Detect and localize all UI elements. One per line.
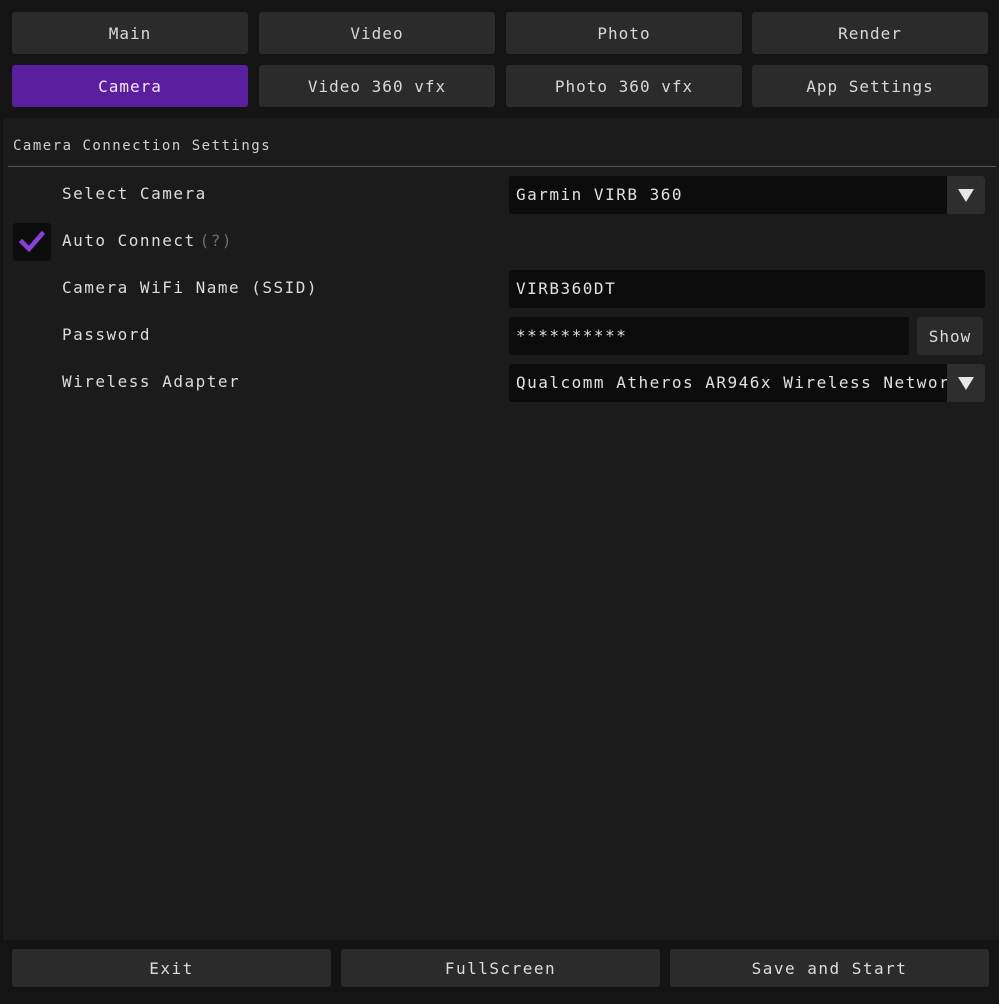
select-camera-label: Select Camera bbox=[62, 184, 207, 203]
auto-connect-checkbox[interactable] bbox=[13, 223, 51, 261]
password-label: Password bbox=[62, 325, 152, 344]
settings-panel: Camera Connection Settings Select Camera… bbox=[2, 118, 999, 940]
password-input[interactable]: ********** bbox=[509, 317, 909, 355]
checkmark-icon bbox=[18, 230, 46, 253]
tab-main[interactable]: Main bbox=[12, 12, 248, 54]
app-window: Main Video Photo Render Camera Video 360… bbox=[0, 0, 999, 1004]
tab-app-settings[interactable]: App Settings bbox=[752, 65, 988, 107]
wifi-name-input[interactable]: VIRB360DT bbox=[509, 270, 985, 308]
show-password-button[interactable]: Show bbox=[917, 317, 983, 355]
wireless-adapter-value: Qualcomm Atheros AR946x Wireless Network… bbox=[516, 373, 985, 392]
fullscreen-button[interactable]: FullScreen bbox=[341, 949, 660, 987]
select-camera-value: Garmin VIRB 360 bbox=[516, 185, 683, 204]
save-and-start-button[interactable]: Save and Start bbox=[670, 949, 989, 987]
footer-bar: Exit FullScreen Save and Start bbox=[0, 940, 999, 1004]
wireless-adapter-dropdown[interactable]: Qualcomm Atheros AR946x Wireless Network… bbox=[509, 364, 985, 402]
select-camera-dropdown[interactable]: Garmin VIRB 360 bbox=[509, 176, 985, 214]
tab-video[interactable]: Video bbox=[259, 12, 495, 54]
auto-connect-label: Auto Connect (?) bbox=[62, 222, 233, 260]
tab-photo[interactable]: Photo bbox=[506, 12, 742, 54]
auto-connect-text: Auto Connect bbox=[62, 231, 196, 250]
wifi-name-label: Camera WiFi Name (SSID) bbox=[62, 278, 319, 297]
help-hint[interactable]: (?) bbox=[200, 231, 233, 250]
tab-photo-360-vfx[interactable]: Photo 360 vfx bbox=[506, 65, 742, 107]
exit-button[interactable]: Exit bbox=[12, 949, 331, 987]
tab-bar: Main Video Photo Render Camera Video 360… bbox=[0, 0, 999, 118]
wireless-adapter-label: Wireless Adapter bbox=[62, 372, 241, 391]
section-divider bbox=[8, 166, 996, 167]
tab-camera[interactable]: Camera bbox=[12, 65, 248, 107]
tab-render[interactable]: Render bbox=[752, 12, 988, 54]
chevron-down-icon[interactable] bbox=[947, 364, 985, 402]
chevron-down-icon[interactable] bbox=[947, 176, 985, 214]
section-title: Camera Connection Settings bbox=[13, 138, 272, 154]
tab-video-360-vfx[interactable]: Video 360 vfx bbox=[259, 65, 495, 107]
